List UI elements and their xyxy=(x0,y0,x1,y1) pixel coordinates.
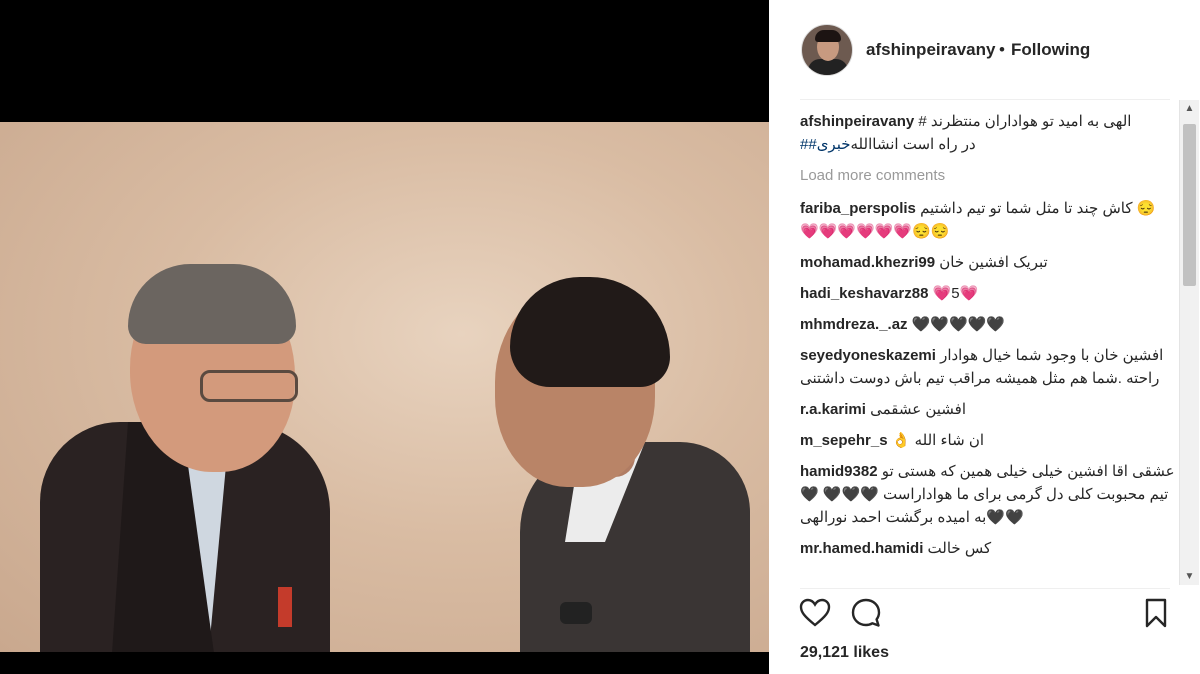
comment-username[interactable]: m_sepehr_s xyxy=(800,432,888,449)
comment-text: 🖤🖤🖤🖤🖤 xyxy=(911,316,1006,333)
comment-text: افشین عشقمی xyxy=(870,401,966,418)
load-more-comments-link[interactable]: Load more comments xyxy=(800,164,1175,187)
comment-username[interactable]: mohamad.khezri99 xyxy=(800,254,935,271)
comment-item: mohamad.khezri99 تبریک افشین خان xyxy=(800,251,1175,274)
caption-text-line2: در راه است انشاالله xyxy=(850,136,980,153)
comment-text: 💗5💗 xyxy=(932,285,979,302)
comment-username[interactable]: mr.hamed.hamidi xyxy=(800,540,923,557)
comments-scrollbar[interactable]: ▲ ▼ xyxy=(1179,100,1199,585)
scroll-down-arrow-icon[interactable]: ▼ xyxy=(1180,568,1199,585)
comment-item: fariba_perspolis 😔 کاش چند تا مثل شما تو… xyxy=(800,197,1175,243)
follow-status-button[interactable]: Following xyxy=(1011,40,1090,60)
caption-text-line1: الهی به امید تو هواداران منتظرند # xyxy=(918,113,1132,130)
post-actions xyxy=(769,596,1200,632)
comment-text: ان شاء الله 👌 xyxy=(891,432,985,449)
scrollbar-thumb[interactable] xyxy=(1183,124,1196,286)
comment-item: mr.hamed.hamidi کس خالت xyxy=(800,537,1175,560)
comment-item: hadi_keshavarz88 💗5💗 xyxy=(800,282,1175,305)
comment-item: seyedyoneskazemi افشین خان با وجود شما خ… xyxy=(800,344,1175,390)
right-man-pocket-square xyxy=(560,602,592,624)
comment-text: تبریک افشین خان xyxy=(939,254,1048,271)
post-side-panel: afshinpeiravany • Following afshinpeirav… xyxy=(769,0,1200,674)
left-man-pocket-square xyxy=(278,587,292,627)
avatar[interactable] xyxy=(801,24,853,76)
bookmark-icon[interactable] xyxy=(1139,596,1173,630)
comments-list: afshinpeiravany الهی به امید تو هواداران… xyxy=(800,110,1175,586)
post-header: afshinpeiravany • Following xyxy=(769,0,1200,100)
comment-username[interactable]: mhmdreza._.az xyxy=(800,316,908,333)
comment-item: hamid9382 عشقی اقا افشین خیلی خیلی همین … xyxy=(800,460,1175,529)
scroll-up-arrow-icon[interactable]: ▲ xyxy=(1180,100,1199,117)
comment-item: mhmdreza._.az 🖤🖤🖤🖤🖤 xyxy=(800,313,1175,336)
comment-item: m_sepehr_s ان شاء الله 👌 xyxy=(800,429,1175,452)
left-man-hair xyxy=(128,264,296,344)
comment-text: کس خالت xyxy=(927,540,992,557)
comment-username[interactable]: hadi_keshavarz88 xyxy=(800,285,928,302)
right-man-hair xyxy=(510,277,670,387)
heart-icon[interactable] xyxy=(798,596,832,630)
caption-hashtag[interactable]: ##خبری xyxy=(800,136,851,153)
left-man-glasses xyxy=(200,370,298,402)
comment-username[interactable]: hamid9382 xyxy=(800,463,878,480)
caption-username[interactable]: afshinpeiravany xyxy=(800,113,914,130)
post-photo[interactable] xyxy=(0,122,769,652)
header-username[interactable]: afshinpeiravany xyxy=(866,40,995,60)
photo-area xyxy=(0,0,769,674)
comment-username[interactable]: fariba_perspolis xyxy=(800,200,916,217)
likes-count[interactable]: 29,121 likes xyxy=(800,644,889,662)
comment-item: r.a.karimi افشین عشقمی xyxy=(800,398,1175,421)
comment-username[interactable]: r.a.karimi xyxy=(800,401,866,418)
comment-username[interactable]: seyedyoneskazemi xyxy=(800,347,936,364)
actions-divider xyxy=(800,588,1170,589)
caption: afshinpeiravany الهی به امید تو هواداران… xyxy=(800,110,1175,156)
header-separator: • xyxy=(999,40,1005,59)
header-divider xyxy=(800,99,1170,100)
comment-icon[interactable] xyxy=(849,596,883,630)
